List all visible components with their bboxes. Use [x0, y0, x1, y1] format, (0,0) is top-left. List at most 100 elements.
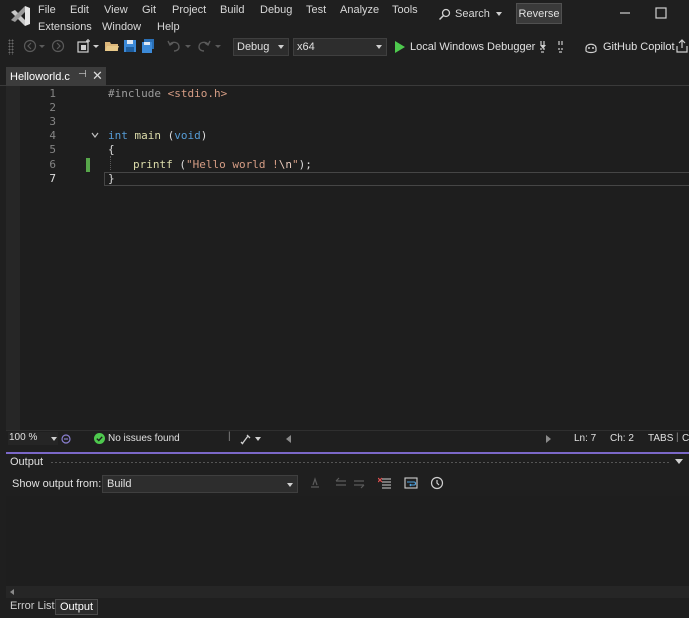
reverse-button[interactable]: Reverse [516, 3, 562, 24]
solution-configuration-select[interactable]: Debug [233, 38, 289, 56]
menu-project[interactable]: Project [172, 3, 206, 17]
standard-toolbar: Debug x64 Local Windows Debugger GitHub … [0, 36, 689, 58]
line-number: 5 [49, 143, 56, 156]
chevron-down-icon[interactable] [92, 38, 100, 54]
tab-helloworld-c[interactable]: Helloworld.c ⊣ ✕ [6, 67, 106, 86]
undo-icon[interactable] [166, 38, 182, 54]
search-button[interactable]: Search [438, 5, 502, 23]
menu-tools[interactable]: Tools [392, 3, 418, 17]
navigate-back-icon[interactable] [22, 38, 38, 54]
line-number: 1 [49, 87, 56, 100]
navigate-forward-icon[interactable] [50, 38, 66, 54]
zoom-value: 100 % [9, 432, 38, 443]
new-project-icon[interactable] [76, 38, 92, 54]
platform-value: x64 [297, 41, 315, 53]
scroll-right-icon[interactable] [546, 435, 551, 443]
chevron-down-icon[interactable] [214, 38, 222, 54]
search-icon [438, 8, 451, 20]
chevron-down-icon[interactable] [184, 38, 192, 54]
toolbar-grip-icon[interactable] [8, 39, 14, 55]
tab-output[interactable]: Output [55, 599, 99, 615]
code-editor[interactable]: 1 2 3 4 5 6 7 #include <stdio.h> int mai… [6, 86, 689, 430]
menu-debug[interactable]: Debug [260, 3, 292, 17]
collapse-chevron-icon[interactable] [91, 131, 99, 139]
code-cleanup-icon[interactable] [240, 433, 252, 445]
menu-git[interactable]: Git [142, 3, 156, 17]
minimize-icon[interactable] [618, 6, 632, 20]
toggle-word-wrap-icon[interactable] [404, 476, 418, 490]
find-message-icon[interactable] [308, 476, 322, 490]
line-number: 6 [49, 158, 56, 171]
chevron-down-icon [287, 483, 293, 487]
share-icon[interactable] [675, 38, 689, 54]
clear-all-icon[interactable] [378, 476, 392, 490]
chevron-down-icon [376, 45, 382, 49]
zoom-select[interactable]: 100 % [8, 432, 58, 445]
solution-platform-select[interactable]: x64 [293, 38, 387, 56]
menu-window[interactable]: Window [102, 20, 141, 34]
line-ending-mode[interactable]: C [682, 433, 689, 444]
play-icon [395, 41, 405, 53]
go-to-previous-message-icon[interactable] [334, 476, 348, 490]
line-number: 3 [49, 115, 56, 128]
copilot-icon [585, 43, 597, 54]
keyword-void: void [174, 129, 201, 142]
output-source-select[interactable]: Build [102, 475, 298, 493]
code-line-6: printf ("Hello world !\n"); [133, 158, 312, 171]
scroll-left-icon[interactable] [286, 435, 291, 443]
chevron-down-icon[interactable] [38, 38, 46, 54]
output-text-area[interactable] [6, 496, 689, 588]
go-to-next-message-icon[interactable] [352, 476, 366, 490]
intellicode-icon[interactable] [60, 433, 72, 445]
scroll-left-icon[interactable] [10, 589, 14, 595]
menu-analyze[interactable]: Analyze [340, 3, 379, 17]
start-debugging-button[interactable]: Local Windows Debugger [394, 38, 547, 56]
menu-file[interactable]: File [38, 3, 56, 17]
panel-drag-grip[interactable] [50, 461, 670, 464]
status-divider: | [228, 431, 231, 442]
github-copilot-button[interactable]: GitHub Copilot [584, 38, 675, 56]
paren-open: ( [172, 158, 186, 171]
indentation-mode[interactable]: TABS [648, 433, 673, 444]
menu-help[interactable]: Help [157, 20, 180, 34]
checkmark-circle-icon [94, 433, 105, 444]
preprocessor-directive: #include [108, 87, 168, 100]
pin-icon[interactable]: ⊣ [78, 69, 87, 80]
maximize-icon[interactable] [655, 7, 667, 19]
line-position[interactable]: Ln: 7 [574, 433, 596, 444]
step-into-icon[interactable] [556, 38, 572, 54]
code-line-5: { [108, 143, 115, 156]
output-panel: Output Show output from: Build [6, 452, 689, 598]
output-horizontal-scrollbar[interactable] [6, 586, 689, 598]
menu-test[interactable]: Test [306, 3, 326, 17]
save-icon[interactable] [122, 38, 138, 54]
show-timestamps-icon[interactable] [430, 476, 444, 490]
menu-edit[interactable]: Edit [70, 3, 89, 17]
menu-extensions[interactable]: Extensions [38, 20, 92, 34]
show-output-from-label: Show output from: [12, 478, 102, 490]
close-icon[interactable]: ✕ [92, 68, 103, 84]
menu-view[interactable]: View [104, 3, 128, 17]
paren-close-semicolon: ); [298, 158, 312, 171]
code-line-1: #include <stdio.h> [108, 87, 227, 100]
redo-icon[interactable] [196, 38, 212, 54]
string-literal: "Hello world ! [186, 158, 279, 171]
visual-studio-logo-icon[interactable] [8, 4, 32, 28]
function-call: printf [133, 158, 173, 171]
tab-error-list[interactable]: Error List [6, 599, 59, 615]
step-over-icon[interactable] [538, 38, 554, 54]
code-line-7: } [108, 172, 115, 185]
editor-status-bar: 100 % No issues found | Ln: 7 Ch: 2 TABS… [6, 430, 689, 447]
editor-indicator-margin[interactable] [6, 86, 20, 430]
line-number: 2 [49, 101, 56, 114]
chevron-down-icon [278, 45, 284, 49]
tab-label: Helloworld.c [10, 70, 70, 83]
save-all-icon[interactable] [140, 38, 156, 54]
issues-status[interactable]: No issues found [108, 433, 180, 444]
chevron-down-icon[interactable] [675, 459, 683, 464]
chevron-down-icon[interactable] [255, 437, 261, 441]
menu-build[interactable]: Build [220, 3, 244, 17]
reverse-label: Reverse [518, 7, 560, 20]
column-position[interactable]: Ch: 2 [610, 433, 634, 444]
open-folder-icon[interactable] [104, 38, 120, 54]
